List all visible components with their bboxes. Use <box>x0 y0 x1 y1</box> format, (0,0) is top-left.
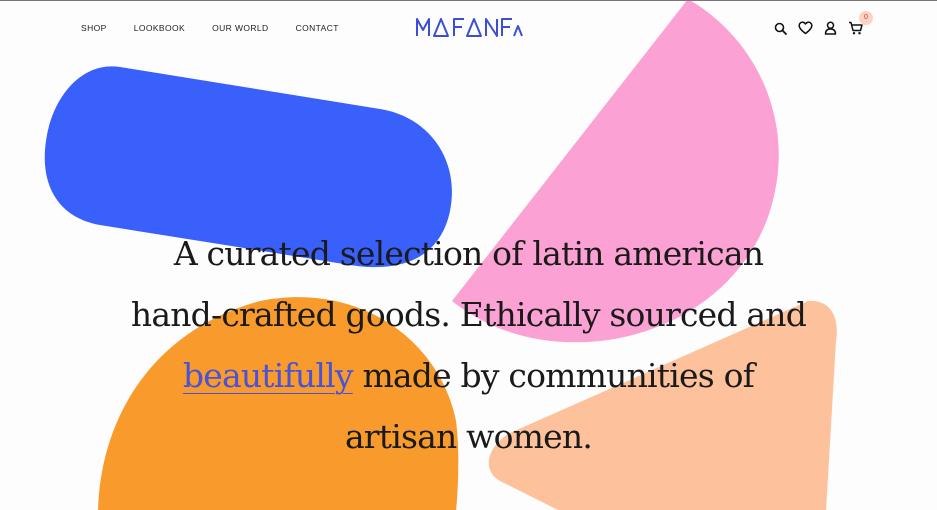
hero-text-after: made by communities of artisan women. <box>344 356 755 456</box>
header-icons: 0 <box>772 11 873 36</box>
hero-link-beautifully[interactable]: beautifully <box>183 356 354 395</box>
main-nav: SHOP LOOKBOOK OUR WORLD CONTACT <box>81 23 366 33</box>
cart-count-badge: 0 <box>859 11 873 25</box>
heart-icon <box>797 21 813 35</box>
hero-text-before: A curated selection of latin american ha… <box>130 234 807 334</box>
search-button[interactable] <box>772 20 788 36</box>
brand-logo[interactable] <box>415 16 523 38</box>
nav-our-world[interactable]: OUR WORLD <box>212 23 269 33</box>
site-header: SHOP LOOKBOOK OUR WORLD CONTACT 0 <box>0 1 937 57</box>
search-icon <box>774 22 787 35</box>
nav-lookbook[interactable]: LOOKBOOK <box>134 23 185 33</box>
nav-shop[interactable]: SHOP <box>81 23 107 33</box>
wishlist-button[interactable] <box>797 20 813 36</box>
user-icon <box>824 21 836 35</box>
account-button[interactable] <box>822 20 838 36</box>
page: SHOP LOOKBOOK OUR WORLD CONTACT 0 A cura… <box>0 0 937 510</box>
cart-button[interactable]: 0 <box>847 11 873 36</box>
hero-statement: A curated selection of latin american ha… <box>130 223 807 467</box>
nav-contact[interactable]: CONTACT <box>296 23 339 33</box>
